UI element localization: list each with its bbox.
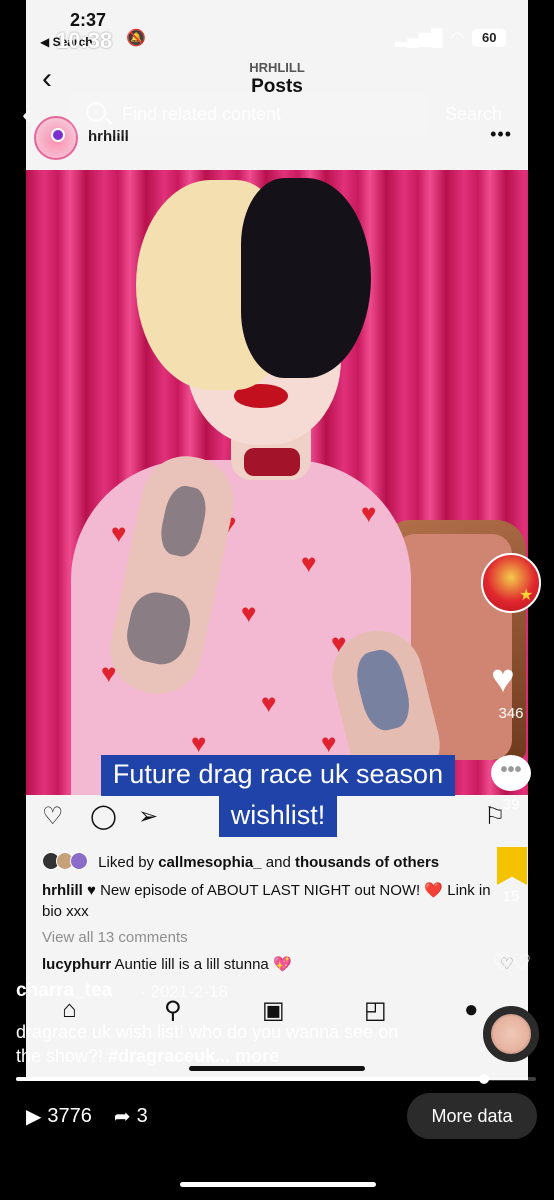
status-time: 10:38 bbox=[56, 28, 113, 53]
comment-icon[interactable]: ••• bbox=[491, 755, 531, 791]
profile-icon: ● bbox=[464, 996, 479, 1023]
wifi-icon: ◠ bbox=[450, 30, 465, 47]
share-count: 3 bbox=[136, 1105, 148, 1127]
caption-text: ♥ New episode of ABOUT LAST NIGHT out NO… bbox=[42, 882, 491, 920]
more-data-button[interactable]: More data bbox=[407, 1093, 537, 1139]
creator-avatar[interactable] bbox=[481, 553, 541, 613]
hair-black-shape bbox=[241, 178, 371, 378]
overlay-line-1: Future drag race uk season bbox=[100, 755, 456, 797]
video-frame[interactable]: 2:37 ◀ Search ‹ HRHLILL Posts hrhlill ••… bbox=[26, 0, 528, 1080]
view-count: 3776 bbox=[47, 1105, 92, 1127]
hashtag-link[interactable]: #dragraceuk bbox=[108, 1046, 215, 1066]
comment-count: 39 bbox=[502, 796, 520, 813]
caption-username: hrhlill bbox=[42, 882, 83, 899]
heart-print: ♥ bbox=[241, 598, 257, 628]
tattoo-shape bbox=[156, 482, 211, 560]
progress-knob[interactable] bbox=[479, 1074, 489, 1084]
share-arrow-icon: ➦ bbox=[113, 1106, 131, 1128]
search-input[interactable]: Find related content bbox=[70, 92, 430, 136]
liked-by-prefix: Liked by bbox=[98, 854, 155, 871]
liked-by-line: Liked by callmesophia_ and thousands of … bbox=[42, 852, 528, 871]
heart-print: ♥ bbox=[111, 518, 127, 548]
battery-icon: 60 bbox=[472, 29, 507, 47]
embedded-caption: hrhlill ♥ New episode of ABOUT LAST NIGH… bbox=[42, 880, 512, 922]
search-icon bbox=[86, 102, 106, 122]
bell-slash-icon: 🔕 bbox=[126, 30, 146, 47]
heart-print: ♥ bbox=[301, 548, 317, 578]
comment-username: lucyphurr bbox=[42, 956, 112, 973]
play-icon: ▶ bbox=[26, 1106, 42, 1128]
choker-shape bbox=[244, 448, 300, 476]
progress-fill bbox=[16, 1077, 484, 1081]
liked-by-and: and bbox=[265, 854, 291, 871]
description-ellipsis: ... bbox=[215, 1046, 231, 1066]
share-icon[interactable]: ♡♡ bbox=[492, 950, 531, 976]
search-placeholder: Find related content bbox=[122, 104, 282, 124]
liked-by-user: callmesophia_ bbox=[158, 854, 262, 871]
heart-icon[interactable]: ♥ bbox=[491, 659, 515, 699]
embedded-account-name: HRHLILL bbox=[249, 60, 305, 75]
signal-icon: ▂▄▆█ bbox=[395, 30, 443, 47]
heart-outline-icon: ♡ bbox=[42, 803, 64, 830]
comment-text: Auntie lill is a lill stunna 💖 bbox=[114, 956, 292, 973]
video-progress-bar[interactable] bbox=[16, 1074, 536, 1084]
tattoo-shape bbox=[121, 587, 196, 669]
sound-disc-icon[interactable] bbox=[483, 1006, 539, 1062]
save-count: 15 bbox=[502, 888, 520, 905]
heart-print: ♥ bbox=[361, 498, 377, 528]
video-description: dragrace uk wish list! who do you wanna … bbox=[16, 1020, 426, 1068]
more-horizontal-icon: ••• bbox=[490, 124, 512, 144]
tattoo-shape bbox=[351, 645, 416, 735]
embedded-comment: lucyphurr Auntie lill is a lill stunna 💖 bbox=[42, 955, 292, 973]
overlay-line-2: wishlist! bbox=[218, 796, 338, 838]
heart-print: ♥ bbox=[261, 688, 277, 718]
back-arrow-icon[interactable]: ‹ bbox=[22, 98, 32, 132]
post-photo: ♥ ♥ ♥ ♥ ♥ ♥ ♥ ♥ ♥ ♥ ♥ bbox=[26, 170, 528, 799]
liked-by-others: thousands of others bbox=[294, 854, 440, 871]
home-indicator bbox=[180, 1182, 376, 1187]
liked-by-avatars bbox=[42, 852, 94, 870]
post-date: · 2021-2-18 bbox=[140, 982, 228, 1001]
heart-print: ♥ bbox=[321, 728, 337, 758]
author-name[interactable]: charra_tea bbox=[16, 980, 112, 1002]
video-text-overlay: Future drag race uk season wishlist! bbox=[64, 755, 492, 838]
video-stats: ▶ 3776 ➦ 3 bbox=[26, 1104, 148, 1129]
status-indicators: ▂▄▆█ ◠ 60 bbox=[395, 28, 507, 48]
search-button[interactable]: Search bbox=[445, 104, 502, 125]
more-link[interactable]: more bbox=[235, 1046, 279, 1066]
heart-print: ♥ bbox=[191, 728, 207, 758]
view-comments-link: View all 13 comments bbox=[42, 929, 188, 946]
like-count: 346 bbox=[498, 705, 524, 722]
